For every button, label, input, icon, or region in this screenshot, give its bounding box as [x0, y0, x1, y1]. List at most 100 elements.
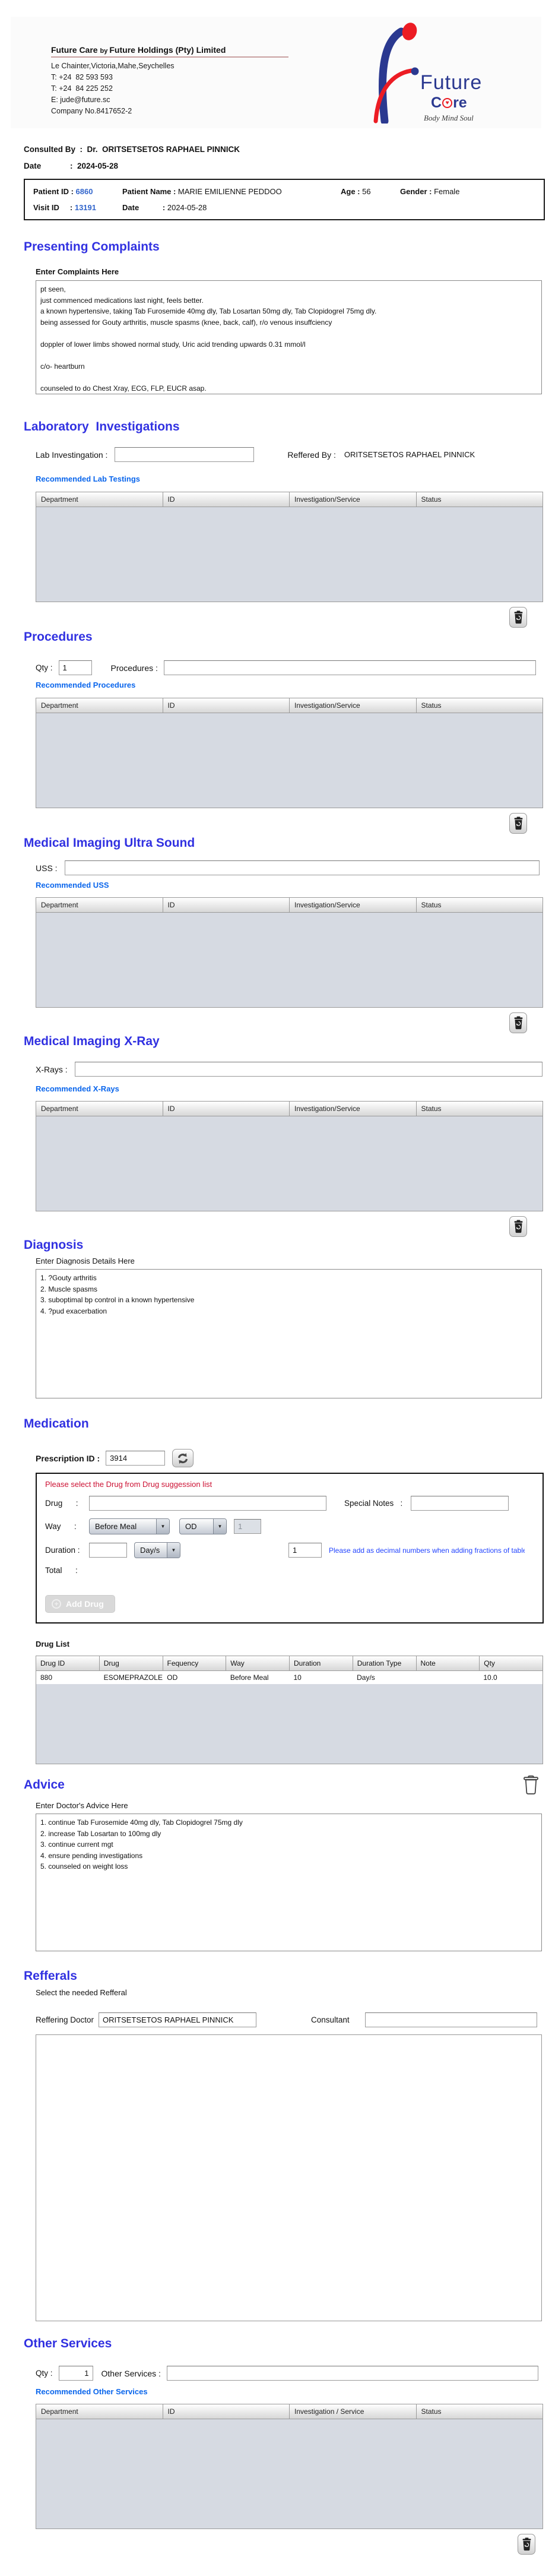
advice-label: Enter Doctor's Advice Here	[36, 1801, 128, 1810]
other-delete-button[interactable]	[518, 2534, 535, 2555]
procedures-table-body[interactable]	[36, 713, 543, 808]
column-header-status: Status	[421, 901, 442, 909]
duration-input[interactable]	[89, 1543, 127, 1558]
lab-investigation-input[interactable]	[115, 447, 255, 462]
recommended-uss-link[interactable]: Recommended USS	[36, 881, 552, 890]
advice-delete-button[interactable]	[520, 1773, 541, 1797]
drug-name-cell: ESOMEPRAZOLE	[103, 1673, 163, 1682]
prescription-id-input[interactable]	[106, 1451, 166, 1466]
uss-delete-button[interactable]	[509, 1012, 527, 1033]
header: Future Care by Future Holdings (Pty) Lim…	[11, 17, 541, 128]
duration-cell: 10	[293, 1673, 302, 1682]
referral-listbox[interactable]	[36, 2034, 542, 2321]
refresh-prescription-button[interactable]	[172, 1449, 194, 1467]
xray-input[interactable]	[74, 1062, 543, 1077]
xray-table-body[interactable]	[36, 1116, 543, 1211]
recommended-lab-link[interactable]: Recommended Lab Testings	[36, 474, 552, 483]
recommended-other-link[interactable]: Recommended Other Services	[36, 2387, 552, 2396]
uss-input[interactable]	[64, 860, 540, 875]
column-header-service: Investigation/Service	[290, 1102, 417, 1116]
drug-input[interactable]	[89, 1496, 326, 1511]
other-table-body[interactable]	[36, 2419, 543, 2529]
duration-row: Duration : Day/s ▼ Please add as decimal…	[45, 1542, 543, 1558]
section-title-diagnosis: Diagnosis	[24, 1238, 84, 1252]
advice-textarea[interactable]: 1. continue Tab Furosemide 40mg dly, Tab…	[36, 1814, 542, 1951]
column-header-id: ID	[163, 698, 290, 713]
procedures-trash-row	[0, 813, 527, 834]
add-drug-button[interactable]: + Add Drug	[45, 1595, 115, 1613]
logo-tagline: Body Mind Soul	[424, 113, 474, 122]
patient-id-label: Patient ID :	[33, 187, 76, 196]
uss-table-body[interactable]	[36, 913, 543, 1008]
column-header-service: Investigation/Service	[290, 492, 417, 507]
way-qty-input[interactable]	[234, 1519, 261, 1534]
patient-info-box: Patient ID : 6860 Patient Name : MARIE E…	[24, 179, 545, 220]
xray-label: X-Rays :	[36, 1064, 68, 1074]
consultant-input[interactable]	[364, 2012, 537, 2027]
date-label: Date	[24, 162, 42, 170]
column-header-id: ID	[163, 898, 290, 912]
drug-list-header: Drug ID Drug Fequency Way Duration Durat…	[36, 1656, 543, 1671]
other-services-label: Other Services :	[101, 2368, 161, 2378]
company-name: Future Care by Future Holdings (Pty) Lim…	[51, 45, 288, 58]
logo-mark-icon	[373, 23, 419, 124]
xray-table: Department ID Investigation/Service Stat…	[36, 1101, 543, 1211]
logo-wordmark: Future C ♥ re Body Mind Soul	[420, 21, 482, 127]
qty-cell: 10.0	[483, 1673, 497, 1682]
frequency-select[interactable]: OD ▼	[179, 1518, 227, 1534]
column-header-frequency: Fequency	[163, 1656, 227, 1670]
complaints-label: Enter Complaints Here	[36, 267, 119, 276]
referring-doctor-label: Reffering Doctor	[36, 2015, 94, 2024]
recommended-xray-link[interactable]: Recommended X-Rays	[36, 1084, 552, 1093]
referred-by-label: Reffered By :	[287, 450, 336, 460]
complaints-textarea[interactable]: pt seen, just commenced medications last…	[36, 280, 542, 394]
uss-trash-row	[0, 1012, 527, 1033]
uss-field-row: USS :	[36, 860, 552, 875]
xray-delete-button[interactable]	[509, 1216, 527, 1237]
section-title-procedures: Procedures	[24, 630, 93, 644]
referred-by-value: ORITSETSETOS RAPHAEL PINNICK	[344, 450, 475, 459]
total-label: Total :	[45, 1566, 78, 1575]
patient-name-label: Patient Name :	[122, 187, 178, 196]
procedures-label: Procedures :	[110, 663, 158, 673]
add-drug-label: Add Drug	[66, 1599, 104, 1609]
company-phone-1: T: +24 82 593 593	[51, 73, 113, 81]
lab-delete-button[interactable]	[509, 607, 527, 628]
date-value: : 2024-05-28	[70, 162, 119, 170]
column-header-drug: Drug	[100, 1656, 163, 1670]
lab-table-body[interactable]	[36, 507, 543, 602]
referring-doctor-input[interactable]	[99, 2012, 257, 2027]
prescription-id-label: Prescription ID :	[36, 1453, 100, 1463]
drug-table-row[interactable]: 880 ESOMEPRAZOLE OD Before Meal 10 Day/s…	[36, 1671, 543, 1684]
diagnosis-textarea[interactable]: 1. ?Gouty arthritis 2. Muscle spasms 3. …	[36, 1269, 542, 1398]
advice-header-row: Advice	[0, 1773, 541, 1797]
company-name-by: by	[100, 48, 110, 55]
column-header-department: Department	[36, 1102, 163, 1116]
consulted-by-value: Dr. ORITSETSETOS RAPHAEL PINNICK	[87, 145, 240, 154]
duration-unit-select[interactable]: Day/s ▼	[134, 1542, 180, 1558]
visit-date-value: 2024-05-28	[167, 203, 207, 212]
other-qty-input[interactable]	[58, 2366, 93, 2381]
patient-age: Age : 56	[341, 187, 400, 196]
special-notes-input[interactable]	[411, 1496, 509, 1511]
meal-select[interactable]: Before Meal ▼	[89, 1518, 170, 1534]
procedures-input[interactable]	[163, 660, 536, 675]
tablet-qty-input[interactable]	[288, 1543, 322, 1558]
section-title-presenting-complaints: Presenting Complaints	[24, 240, 160, 254]
way-cell: Before Meal	[230, 1673, 269, 1682]
recommended-procedures-link[interactable]: Recommended Procedures	[36, 681, 552, 689]
uss-label: USS :	[36, 863, 58, 873]
consultant-label: Consultant	[311, 2015, 350, 2024]
column-header-department: Department	[36, 492, 163, 507]
drug-row: Drug : Special Notes :	[45, 1496, 543, 1511]
column-header-service: Investigation/Service	[290, 898, 417, 912]
prescription-row: Prescription ID :	[36, 1449, 552, 1467]
column-header-status: Status	[421, 495, 442, 504]
xray-field-row: X-Rays :	[36, 1062, 552, 1077]
procedures-delete-button[interactable]	[509, 813, 527, 834]
column-header-department: Department	[36, 898, 163, 912]
refresh-icon	[178, 1452, 188, 1464]
drug-list-body[interactable]	[36, 1684, 543, 1764]
other-services-input[interactable]	[166, 2366, 538, 2381]
procedures-qty-input[interactable]	[58, 660, 92, 675]
